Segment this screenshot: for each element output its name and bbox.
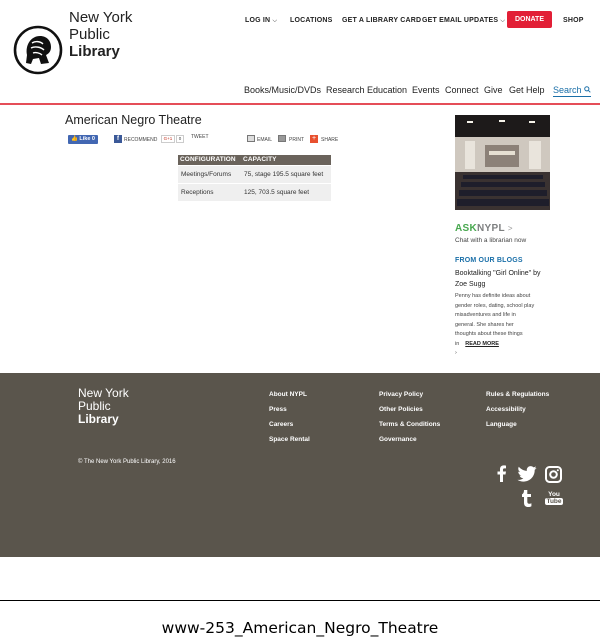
chevron-down-icon: ⌵ — [272, 18, 278, 24]
instagram-icon[interactable] — [545, 466, 562, 483]
main-nav: Books/Music/DVDs Research Education Even… — [0, 85, 600, 99]
footer-logo[interactable]: New York Public Library — [78, 387, 129, 426]
footer-link-press[interactable]: Press — [269, 402, 310, 417]
twitter-icon[interactable] — [517, 466, 537, 482]
donate-button[interactable]: DONATE — [507, 11, 552, 28]
blog-excerpt: Penny has definite ideas about gender ro… — [455, 292, 535, 359]
footer-link-accessibility[interactable]: Accessibility — [486, 402, 549, 417]
recommend-button[interactable]: RECOMMEND — [124, 137, 157, 143]
site-logo-text[interactable]: New York Public Library — [69, 9, 132, 60]
table-cell: 125, 703.5 square feet — [241, 182, 331, 201]
screenshot-caption: www-253_American_Negro_Theatre — [0, 600, 600, 637]
ask-nypl-link[interactable]: ASKNYPL > — [455, 223, 513, 234]
tumblr-icon[interactable] — [521, 490, 533, 507]
footer-link-rules[interactable]: Rules & Regulations — [486, 387, 549, 402]
read-more-link[interactable]: READ MORE — [465, 341, 499, 347]
login-link[interactable]: LOG IN ⌵ — [245, 17, 277, 25]
nypl-label: NYPL — [477, 223, 505, 234]
theatre-photo — [455, 115, 550, 210]
print-button[interactable]: PRINT — [289, 137, 304, 143]
share-icon: + — [310, 135, 318, 143]
facebook-icon[interactable] — [496, 465, 507, 482]
table-header-row: CONFIGURATION CAPACITY — [178, 155, 331, 165]
nav-connect[interactable]: Connect — [445, 85, 479, 95]
footer-link-careers[interactable]: Careers — [269, 417, 310, 432]
footer-column-3: Rules & Regulations Accessibility Langua… — [486, 387, 549, 432]
library-card-link[interactable]: GET A LIBRARY CARD — [342, 17, 421, 24]
footer-link-about[interactable]: About NYPL — [269, 387, 310, 402]
print-icon — [278, 135, 286, 142]
header-divider — [0, 103, 600, 105]
search-label: Search — [553, 85, 582, 95]
tweet-button[interactable]: TWEET — [191, 134, 209, 140]
youtube-icon[interactable]: You Tube — [545, 491, 563, 505]
copyright: © The New York Public Library, 2016 — [78, 459, 176, 465]
blog-excerpt-text: Penny has definite ideas about gender ro… — [455, 293, 535, 347]
like-label: Like 0 — [79, 136, 95, 142]
email-icon — [247, 135, 255, 142]
footer-link-privacy[interactable]: Privacy Policy — [379, 387, 440, 402]
footer-column-2: Privacy Policy Other Policies Terms & Co… — [379, 387, 440, 447]
nypl-lion-logo[interactable] — [13, 25, 63, 75]
footer-link-terms[interactable]: Terms & Conditions — [379, 417, 440, 432]
share-bar: 👍 Like 0 f RECOMMEND G+1 0 TWEET EMAIL P… — [65, 134, 355, 148]
footer-link-governance[interactable]: Governance — [379, 432, 440, 447]
shop-link[interactable]: SHOP — [563, 17, 584, 24]
nav-events[interactable]: Events — [412, 85, 440, 95]
column-header-capacity: CAPACITY — [241, 155, 331, 165]
column-header-configuration: CONFIGURATION — [178, 155, 242, 165]
logo-line-3: Library — [69, 43, 120, 60]
nav-research[interactable]: Research — [326, 85, 365, 95]
email-updates-link[interactable]: GET EMAIL UPDATES ⌵ — [422, 17, 505, 25]
google-plus-button[interactable]: G+1 — [161, 135, 175, 143]
google-plus-count: 0 — [176, 135, 184, 143]
site-footer: New York Public Library About NYPL Press… — [0, 373, 600, 557]
search-icon — [583, 86, 591, 93]
youtube-label-top: You — [548, 491, 560, 498]
ask-subtitle[interactable]: Chat with a librarian now — [455, 237, 526, 244]
logo-line-2: Public — [69, 26, 110, 43]
table-cell: 75, stage 195.5 square feet — [241, 164, 331, 183]
email-button[interactable]: EMAIL — [257, 137, 272, 143]
search-button[interactable]: Search — [553, 85, 591, 97]
chevron-right-icon: > — [507, 224, 513, 233]
ask-label: ASK — [455, 223, 478, 234]
page-title: American Negro Theatre — [65, 113, 202, 127]
footer-link-other-policies[interactable]: Other Policies — [379, 402, 440, 417]
nav-give[interactable]: Give — [484, 85, 503, 95]
table-row: Meetings/Forums 75, stage 195.5 square f… — [178, 164, 331, 183]
chevron-down-icon: ⌵ — [500, 18, 506, 24]
blog-title-link[interactable]: Booktalking "Girl Online" by Zoe Sugg — [455, 268, 545, 290]
table-cell: Meetings/Forums — [178, 164, 242, 183]
footer-link-space-rental[interactable]: Space Rental — [269, 432, 310, 447]
blogs-heading: FROM OUR BLOGS — [455, 257, 523, 264]
facebook-icon: f — [114, 135, 122, 143]
nav-education[interactable]: Education — [367, 85, 407, 95]
youtube-label-bottom: Tube — [545, 498, 563, 505]
thumbs-up-icon: 👍 — [71, 136, 78, 142]
footer-logo-line-3: Library — [78, 412, 119, 426]
locations-link[interactable]: LOCATIONS — [290, 17, 333, 24]
footer-link-language[interactable]: Language — [486, 417, 549, 432]
nav-get-help[interactable]: Get Help — [509, 85, 545, 95]
facebook-like-button[interactable]: 👍 Like 0 — [68, 135, 98, 144]
share-button[interactable]: SHARE — [321, 137, 338, 143]
trailing-mark: › — [455, 350, 457, 356]
nav-books-music-dvds[interactable]: Books/Music/DVDs — [244, 85, 321, 95]
footer-column-1: About NYPL Press Careers Space Rental — [269, 387, 310, 447]
table-row: Receptions 125, 703.5 square feet — [178, 182, 331, 201]
capacity-table: CONFIGURATION CAPACITY Meetings/Forums 7… — [178, 155, 331, 201]
table-cell: Receptions — [178, 182, 242, 201]
logo-line-1: New York — [69, 9, 133, 26]
